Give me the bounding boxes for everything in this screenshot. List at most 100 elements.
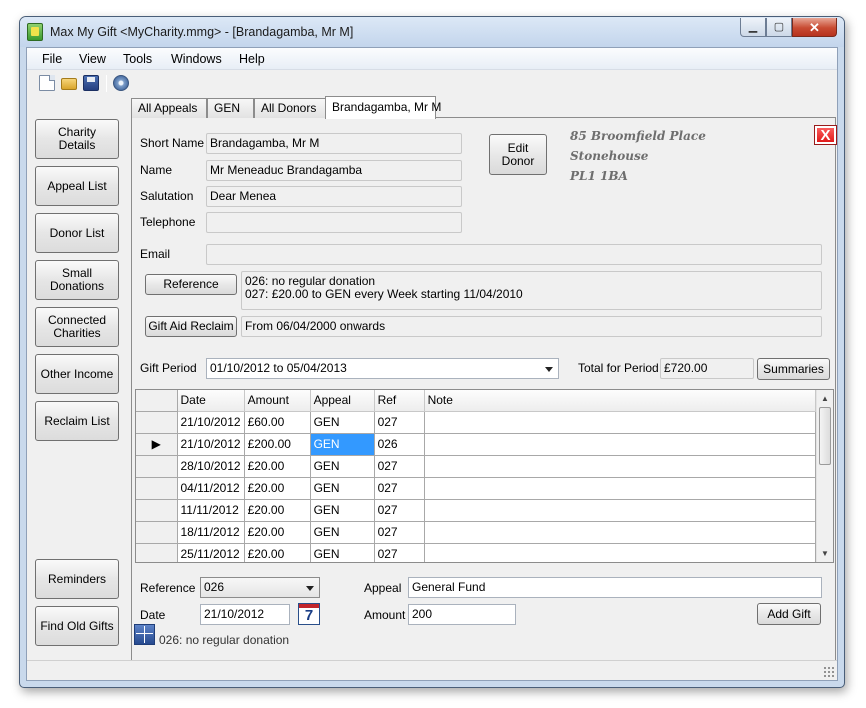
email-field[interactable]: [206, 244, 822, 265]
cell-note[interactable]: [424, 411, 816, 434]
grid-view-icon[interactable]: [134, 624, 155, 645]
cell-date[interactable]: 25/11/2012: [177, 543, 245, 562]
menu-tools[interactable]: Tools: [123, 52, 152, 66]
col-date[interactable]: Date: [177, 390, 245, 412]
cell-ref[interactable]: 027: [374, 499, 425, 522]
table-row[interactable]: 18/11/2012 £20.00 GEN 027: [136, 521, 816, 544]
add-gift-button[interactable]: Add Gift: [757, 603, 821, 625]
cell-ref[interactable]: 027: [374, 521, 425, 544]
grid-scrollbar[interactable]: ▲ ▼: [816, 390, 833, 562]
row-header[interactable]: [136, 411, 178, 434]
open-folder-icon[interactable]: [61, 78, 77, 90]
row-header[interactable]: [136, 521, 178, 544]
reclaim-list-button[interactable]: Reclaim List: [35, 401, 119, 441]
tab-donor-brandagamba[interactable]: Brandagamba, Mr M: [325, 96, 441, 119]
small-donations-button[interactable]: Small Donations: [35, 260, 119, 300]
reference-button[interactable]: Reference: [145, 274, 237, 295]
row-header[interactable]: [136, 499, 178, 522]
table-row[interactable]: 04/11/2012 £20.00 GEN 027: [136, 477, 816, 500]
cell-note[interactable]: [424, 477, 816, 500]
cell-appeal[interactable]: GEN: [310, 477, 375, 500]
title-bar[interactable]: Max My Gift <MyCharity.mmg> - [Brandagam…: [20, 17, 844, 47]
scroll-down-icon[interactable]: ▼: [817, 545, 833, 562]
name-field[interactable]: Mr Meneaduc Brandagamba: [206, 160, 462, 181]
backup-disk-icon[interactable]: [113, 75, 129, 91]
close-window-button[interactable]: ✕: [792, 18, 837, 37]
row-header[interactable]: [136, 543, 178, 562]
cell-note[interactable]: [424, 499, 816, 522]
new-file-icon[interactable]: [39, 75, 55, 91]
telephone-field[interactable]: [206, 212, 462, 233]
entry-amount-input[interactable]: 200: [408, 604, 516, 625]
table-row[interactable]: 21/10/2012 £60.00 GEN 027: [136, 411, 816, 434]
row-header[interactable]: [136, 477, 178, 500]
menu-file[interactable]: File: [42, 52, 62, 66]
col-amount[interactable]: Amount: [244, 390, 311, 412]
cell-date[interactable]: 28/10/2012: [177, 455, 245, 478]
resize-grip-icon[interactable]: [823, 666, 834, 677]
cell-appeal-selected[interactable]: GEN: [310, 433, 375, 456]
cell-amount[interactable]: £20.00: [244, 499, 311, 522]
tab-all-donors[interactable]: All Donors: [254, 98, 326, 118]
cell-amount[interactable]: £20.00: [244, 477, 311, 500]
menu-help[interactable]: Help: [239, 52, 265, 66]
cell-appeal[interactable]: GEN: [310, 521, 375, 544]
cell-amount[interactable]: £20.00: [244, 521, 311, 544]
cell-date[interactable]: 21/10/2012: [177, 411, 245, 434]
cell-amount[interactable]: £20.00: [244, 543, 311, 562]
cell-date[interactable]: 04/11/2012: [177, 477, 245, 500]
cell-date[interactable]: 11/11/2012: [177, 499, 245, 522]
cell-note[interactable]: [424, 433, 816, 456]
cell-appeal[interactable]: GEN: [310, 543, 375, 562]
col-appeal[interactable]: Appeal: [310, 390, 375, 412]
cell-appeal[interactable]: GEN: [310, 411, 375, 434]
current-row-marker[interactable]: ▶: [136, 433, 178, 456]
cell-amount[interactable]: £20.00: [244, 455, 311, 478]
cell-appeal[interactable]: GEN: [310, 499, 375, 522]
appeal-list-button[interactable]: Appeal List: [35, 166, 119, 206]
tab-gen[interactable]: GEN: [207, 98, 254, 118]
cell-ref[interactable]: 027: [374, 477, 425, 500]
cell-ref[interactable]: 027: [374, 455, 425, 478]
edit-donor-button[interactable]: Edit Donor: [489, 134, 547, 175]
maximize-button[interactable]: ▢: [766, 18, 792, 37]
cell-amount[interactable]: £200.00: [244, 433, 311, 456]
row-header[interactable]: [136, 455, 178, 478]
summaries-button[interactable]: Summaries: [757, 358, 830, 380]
close-donor-icon[interactable]: X: [814, 125, 837, 145]
cell-date[interactable]: 18/11/2012: [177, 521, 245, 544]
cell-amount[interactable]: £60.00: [244, 411, 311, 434]
salutation-field[interactable]: Dear Menea: [206, 186, 462, 207]
cell-ref[interactable]: 027: [374, 543, 425, 562]
cell-date[interactable]: 21/10/2012: [177, 433, 245, 456]
other-income-button[interactable]: Other Income: [35, 354, 119, 394]
menu-view[interactable]: View: [79, 52, 106, 66]
tab-all-appeals[interactable]: All Appeals: [131, 98, 207, 118]
entry-appeal-input[interactable]: General Fund: [408, 577, 822, 598]
table-row[interactable]: 11/11/2012 £20.00 GEN 027: [136, 499, 816, 522]
cell-note[interactable]: [424, 521, 816, 544]
charity-details-button[interactable]: Charity Details: [35, 119, 119, 159]
cell-ref[interactable]: 026: [374, 433, 425, 456]
minimize-button[interactable]: ▁: [740, 18, 766, 37]
short-name-field[interactable]: Brandagamba, Mr M: [206, 133, 462, 154]
calendar-icon[interactable]: 7: [298, 603, 320, 625]
connected-charities-button[interactable]: Connected Charities: [35, 307, 119, 347]
gift-period-select[interactable]: 01/10/2012 to 05/04/2013: [206, 358, 559, 379]
entry-reference-select[interactable]: 026: [200, 577, 320, 598]
reminders-button[interactable]: Reminders: [35, 559, 119, 599]
entry-date-input[interactable]: 21/10/2012: [200, 604, 290, 625]
col-note[interactable]: Note: [424, 390, 816, 412]
save-icon[interactable]: [83, 75, 99, 91]
cell-ref[interactable]: 027: [374, 411, 425, 434]
scroll-thumb[interactable]: [819, 407, 831, 465]
scroll-up-icon[interactable]: ▲: [817, 390, 833, 407]
table-row[interactable]: ▶ 21/10/2012 £200.00 GEN 026: [136, 433, 816, 456]
menu-windows[interactable]: Windows: [171, 52, 222, 66]
cell-note[interactable]: [424, 455, 816, 478]
donor-list-button[interactable]: Donor List: [35, 213, 119, 253]
app-icon[interactable]: [27, 23, 43, 41]
table-row[interactable]: 28/10/2012 £20.00 GEN 027: [136, 455, 816, 478]
col-ref[interactable]: Ref: [374, 390, 425, 412]
table-row[interactable]: 25/11/2012 £20.00 GEN 027: [136, 543, 816, 562]
